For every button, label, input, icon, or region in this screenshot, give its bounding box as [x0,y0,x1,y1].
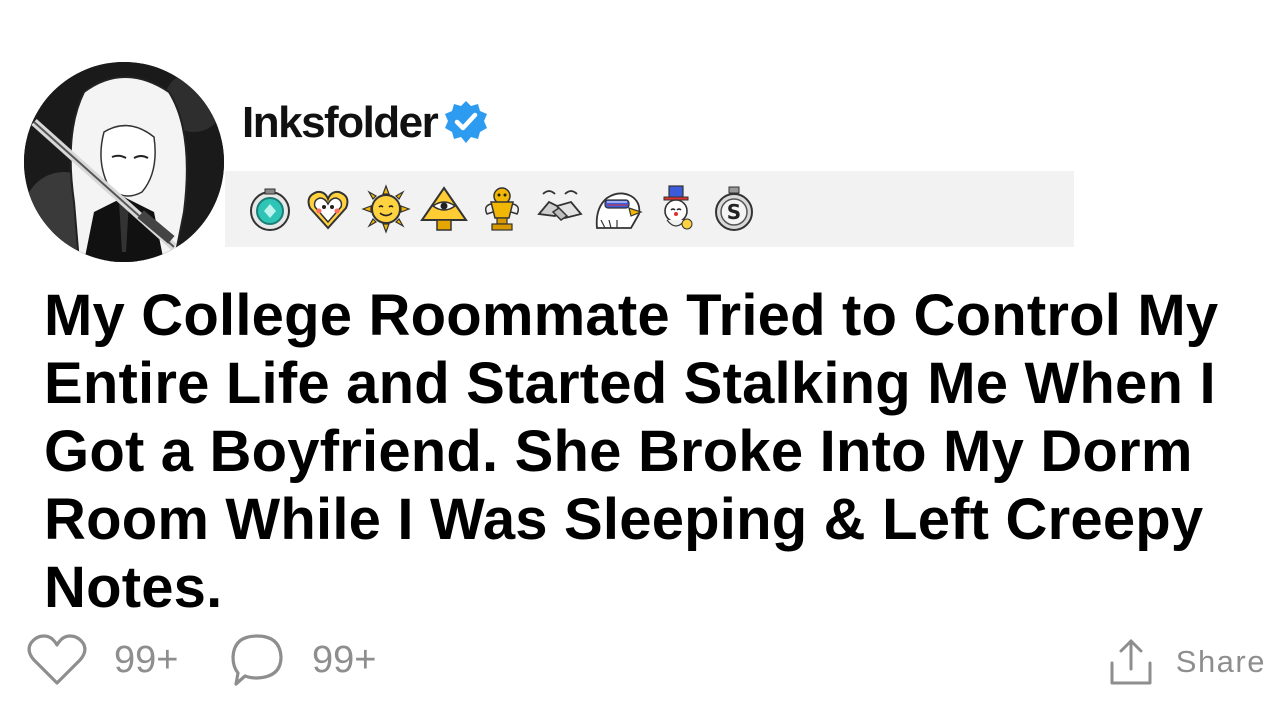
post-title[interactable]: My College Roommate Tried to Control My … [44,282,1274,622]
share-button[interactable]: Share [1108,632,1266,692]
silver-s-award-icon[interactable]: S [707,182,761,236]
post-card: Inksfolder S My College Roommate Tried t… [0,0,1280,720]
wholesome-heart-award-icon[interactable] [301,182,355,236]
like-action[interactable]: 99+ [26,630,178,690]
uncle-sam-award-icon[interactable] [649,182,703,236]
gold-trophy-award-icon[interactable] [475,182,529,236]
anime-character-avatar-icon [24,62,224,262]
author-row: Inksfolder [242,96,491,150]
sun-award-icon[interactable] [359,182,413,236]
share-label: Share [1175,644,1266,679]
handshake-award-icon[interactable] [533,182,587,236]
svg-text:S: S [727,200,741,224]
share-upload-icon [1110,639,1152,685]
comments-count: 99+ [312,638,377,681]
eagle-award-icon[interactable] [591,182,645,236]
post-actions: 99+ 99+ Share [26,630,1266,690]
likes-count: 99+ [114,638,179,681]
avatar[interactable] [24,62,224,262]
verified-badge-icon [445,101,488,143]
username[interactable]: Inksfolder [242,101,439,145]
awards-bar: S [225,171,1074,247]
comment-bubble-icon [231,634,283,686]
comment-action[interactable]: 99+ [228,630,376,690]
heart-icon [27,634,87,685]
diamond-award-icon[interactable] [243,182,297,236]
illuminati-pyramid-award-icon[interactable] [417,182,471,236]
